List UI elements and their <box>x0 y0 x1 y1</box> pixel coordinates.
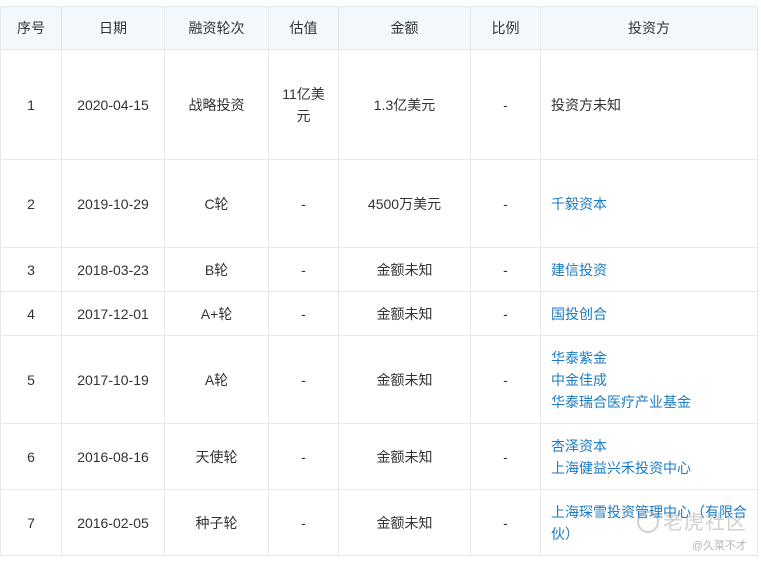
cell-amount: 金额未知 <box>338 489 471 556</box>
cell-ratio: - <box>470 335 541 424</box>
watermark-logo: 老虎社区 <box>637 506 747 535</box>
investor-link[interactable]: 华泰瑞合医疗产业基金 <box>551 391 749 413</box>
table-row: 6 2016-08-16 天使轮 - 金额未知 - 杏泽资本 上海健益兴禾投资中心 <box>0 423 758 490</box>
cell-ratio: - <box>470 247 541 292</box>
cell-date: 2020-04-15 <box>61 49 165 160</box>
cell-valuation: - <box>268 489 339 556</box>
table-row: 2 2019-10-29 C轮 -4500万美元 - 千毅资本 <box>0 159 758 248</box>
cell-index: 1 <box>0 49 62 160</box>
table-header-row: 序号 日期 融资轮次 估值 金额 比例 投资方 <box>0 6 758 50</box>
cell-investors: 国投创合 <box>540 291 758 336</box>
cell-date: 2017-12-01 <box>61 291 165 336</box>
cell-amount: 4500万美元 <box>338 159 471 248</box>
cell-amount: 1.3亿美元 <box>338 49 471 160</box>
cell-investors: 投资方未知 <box>540 49 758 160</box>
cell-ratio: - <box>470 489 541 556</box>
cell-amount: 金额未知 <box>338 247 471 292</box>
cell-date: 2019-10-29 <box>61 159 165 248</box>
cell-index: 7 <box>0 489 62 556</box>
cell-round: 战略投资 <box>164 49 269 160</box>
cell-valuation: 11亿美元 <box>268 49 339 160</box>
cell-valuation: - <box>268 159 339 248</box>
investor-link[interactable]: 国投创合 <box>551 303 749 325</box>
cell-amount: 金额未知 <box>338 423 471 490</box>
header-ratio: 比例 <box>470 6 541 50</box>
cell-investors: 华泰紫金 中金佳成 华泰瑞合医疗产业基金 <box>540 335 758 424</box>
header-valuation: 估值 <box>268 6 339 50</box>
watermark-text: 老虎社区 <box>663 512 747 534</box>
header-index: 序号 <box>0 6 62 50</box>
cell-investors: 建信投资 <box>540 247 758 292</box>
cell-ratio: - <box>470 291 541 336</box>
cell-amount: 金额未知 <box>338 335 471 424</box>
investor-link[interactable]: 华泰紫金 <box>551 347 749 369</box>
funding-table-container: 序号 日期 融资轮次 估值 金额 比例 投资方 1 2020-04-15 战略投资 1… <box>0 0 761 563</box>
cell-round: 种子轮 <box>164 489 269 556</box>
cell-round: B轮 <box>164 247 269 292</box>
cell-date: 2016-02-05 <box>61 489 165 556</box>
cell-ratio: - <box>470 159 541 248</box>
investor-link[interactable]: 上海健益兴禾投资中心 <box>551 457 749 479</box>
table-body: 1 2020-04-15 战略投资 11亿美元 1.3亿美元 - 投资方未知 2 2019-10… <box>0 49 758 556</box>
cell-index: 3 <box>0 247 62 292</box>
investor-text: 投资方未知 <box>551 96 621 113</box>
header-round: 融资轮次 <box>164 6 269 50</box>
cell-round: A+轮 <box>164 291 269 336</box>
cell-round: A轮 <box>164 335 269 424</box>
cell-date: 2017-10-19 <box>61 335 165 424</box>
cell-ratio: - <box>470 49 541 160</box>
table-row: 4 2017-12-01 A+轮 - 金额未知 - 国投创合 <box>0 291 758 336</box>
cell-index: 4 <box>0 291 62 336</box>
cell-valuation: - <box>268 291 339 336</box>
cell-ratio: - <box>470 423 541 490</box>
cell-amount: 金额未知 <box>338 291 471 336</box>
header-date: 日期 <box>61 6 165 50</box>
funding-history-table: 序号 日期 融资轮次 估值 金额 比例 投资方 1 2020-04-15 战略投资 1… <box>0 6 758 556</box>
cell-valuation: - <box>268 335 339 424</box>
cell-date: 2016-08-16 <box>61 423 165 490</box>
table-row: 5 2017-10-19 A轮 - 金额未知 - 华泰紫金 中金佳成 华泰瑞合医疗产业基金 <box>0 335 758 424</box>
header-investors: 投资方 <box>540 6 758 50</box>
cell-valuation: - <box>268 247 339 292</box>
table-row: 1 2020-04-15 战略投资 11亿美元 1.3亿美元 - 投资方未知 <box>0 49 758 160</box>
cell-valuation: - <box>268 423 339 490</box>
cell-round: 天使轮 <box>164 423 269 490</box>
cell-investors: 千毅资本 <box>540 159 758 248</box>
cell-investors: 杏泽资本 上海健益兴禾投资中心 <box>540 423 758 490</box>
cell-index: 2 <box>0 159 62 248</box>
watermark-author: @久菜不才 <box>691 540 747 552</box>
investor-link[interactable]: 杏泽资本 <box>551 435 749 457</box>
cell-date: 2018-03-23 <box>61 247 165 292</box>
investor-link[interactable]: 中金佳成 <box>551 369 749 391</box>
table-row: 3 2018-03-23 B轮 - 金额未知 - 建信投资 <box>0 247 758 292</box>
investor-link[interactable]: 建信投资 <box>551 259 749 281</box>
tiger-logo-icon <box>637 510 659 533</box>
cell-index: 5 <box>0 335 62 424</box>
cell-round: C轮 <box>164 159 269 248</box>
header-amount: 金额 <box>338 6 471 50</box>
cell-index: 6 <box>0 423 62 490</box>
investor-link[interactable]: 千毅资本 <box>551 193 749 215</box>
